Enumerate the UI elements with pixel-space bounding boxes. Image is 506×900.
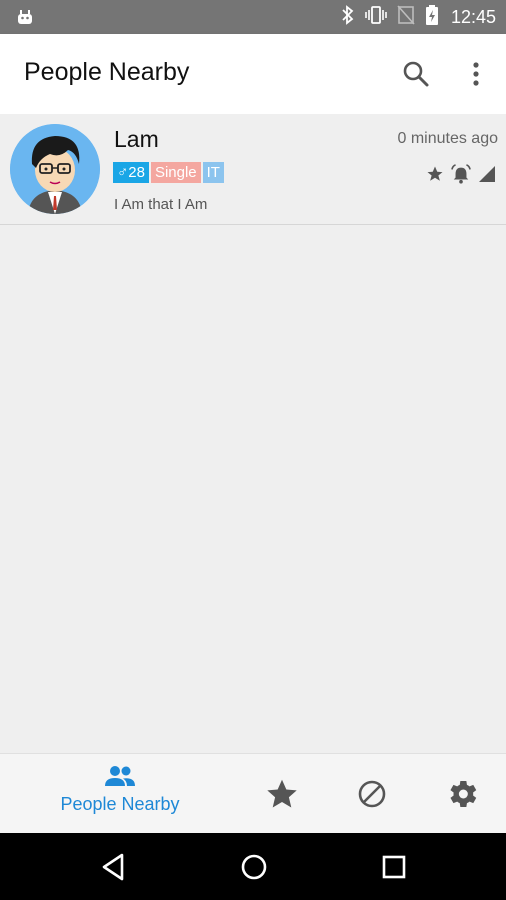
people-icon: [105, 766, 135, 786]
relationship-badge: Single: [150, 162, 201, 183]
star-icon: [267, 779, 297, 808]
bluetooth-icon: [341, 5, 355, 29]
status-time: 12:45: [450, 6, 496, 27]
recents-button[interactable]: [378, 851, 410, 883]
occupation-badge: IT: [202, 162, 224, 183]
system-navigation-bar: [0, 833, 506, 900]
nav-blocked[interactable]: [354, 776, 390, 812]
signal-icon: [478, 165, 496, 187]
battery-charging-icon: [425, 4, 439, 30]
overflow-menu-button[interactable]: [462, 58, 490, 90]
nav-favorites[interactable]: [264, 776, 300, 812]
nav-people-nearby[interactable]: People Nearby: [40, 764, 200, 828]
search-icon: [403, 61, 429, 87]
block-icon: [358, 780, 386, 808]
user-name: Lam: [114, 126, 159, 152]
item-status-icons: [426, 164, 496, 188]
app-bar: People Nearby: [0, 34, 506, 114]
alarm-icon: [450, 164, 472, 188]
vibrate-icon: [365, 5, 387, 29]
more-vert-icon: [473, 62, 479, 86]
last-seen-time: 0 minutes ago: [397, 130, 498, 147]
home-icon: [241, 854, 267, 880]
home-button[interactable]: [238, 851, 270, 883]
search-button[interactable]: [400, 58, 432, 90]
list-item[interactable]: Lam 0 minutes ago ♂28 Single IT I Am tha…: [0, 114, 506, 225]
back-button[interactable]: [98, 851, 130, 883]
bottom-navigation: People Nearby: [0, 753, 506, 834]
back-icon: [102, 853, 124, 881]
android-icon: [16, 8, 34, 30]
star-icon: [426, 165, 444, 187]
page-title: People Nearby: [24, 58, 190, 86]
user-tags: ♂28 Single IT: [113, 162, 224, 183]
nav-people-nearby-label: People Nearby: [60, 794, 180, 814]
gear-icon: [450, 780, 477, 808]
no-signal-icon: [397, 5, 415, 29]
age-badge: ♂28: [113, 162, 149, 183]
avatar[interactable]: [10, 124, 100, 214]
nav-settings[interactable]: [444, 776, 480, 812]
recents-icon: [382, 855, 406, 879]
avatar-image: [10, 124, 100, 214]
status-bar: 12:45: [0, 0, 506, 34]
user-bio: I Am that I Am: [114, 196, 208, 213]
